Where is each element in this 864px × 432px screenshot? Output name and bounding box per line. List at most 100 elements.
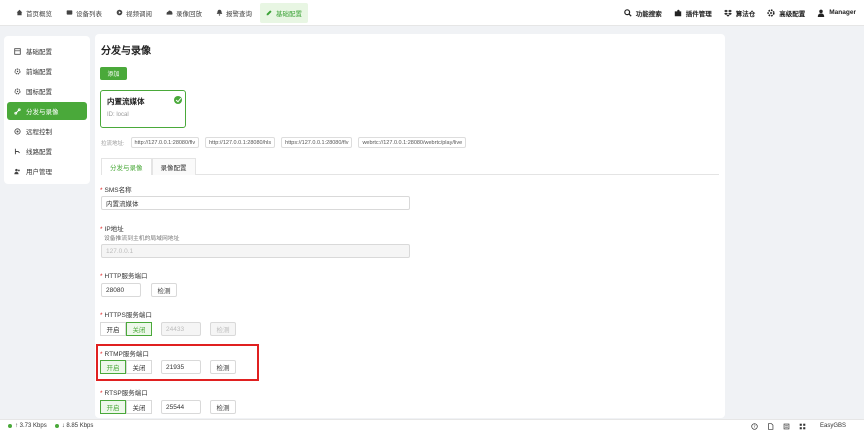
help-icon[interactable]: ? — [751, 422, 758, 430]
tool-algorithms[interactable]: 算法仓 — [723, 8, 756, 18]
status-bar: ↑ 3.73 Kbps ↓ 8.85 Kbps ? EasyGBS — [0, 419, 864, 432]
sidebar-item-label: 远程控制 — [26, 129, 52, 136]
rtsp-off-button[interactable]: 关闭 — [126, 400, 152, 414]
tab-distribution[interactable]: 分发与录像 — [101, 158, 152, 175]
puzzle-icon — [674, 9, 681, 16]
route-icon — [14, 148, 20, 154]
nav-label: 设备列表 — [76, 10, 102, 18]
main-nav: 首页概览 设备列表 视频调阅 录像回放 报警查询 基础配置 — [0, 0, 310, 26]
sidebar-item-label: 前端配置 — [26, 69, 52, 76]
sidebar-item-users[interactable]: 用户管理 — [7, 162, 87, 180]
sidebar-item-remote[interactable]: 远程控制 — [7, 122, 87, 140]
rtsp-toggle: 开启 关闭 — [100, 400, 152, 414]
media-server-card[interactable]: 内置流媒体 ID: local — [100, 90, 186, 128]
nav-label: 视频调阅 — [126, 10, 152, 18]
sidebar-item-basic[interactable]: 基础配置 — [7, 42, 87, 60]
top-navbar: 首页概览 设备列表 视频调阅 录像回放 报警查询 基础配置 功能搜索 插件管理 … — [0, 0, 864, 26]
grid-icon[interactable] — [799, 423, 806, 430]
tool-user-menu[interactable]: Manager — [817, 9, 856, 17]
sms-name-label: * SMS名称 — [100, 187, 132, 194]
tool-label: 功能搜索 — [635, 10, 662, 18]
home-icon — [16, 9, 23, 16]
http-port-label: * HTTP服务端口 — [100, 273, 148, 280]
nav-basic-config[interactable]: 基础配置 — [260, 2, 308, 23]
upload-status-dot — [8, 424, 12, 428]
sidebar-item-label: 线路配置 — [26, 149, 52, 156]
https-off-button[interactable]: 关闭 — [126, 322, 152, 336]
rtmp-highlight-box — [96, 344, 259, 381]
status-right: ? EasyGBS — [742, 422, 864, 430]
https-on-button[interactable]: 开启 — [100, 322, 126, 336]
tab-recording[interactable]: 录像配置 — [151, 158, 196, 175]
nav-label: 报警查询 — [226, 10, 252, 18]
http-port-input[interactable]: 28080 — [101, 283, 141, 297]
info-icon[interactable] — [783, 423, 790, 430]
pull-address-flv[interactable]: http://127.0.0.1:28080/flv — [130, 137, 200, 148]
tool-search[interactable]: 功能搜索 — [623, 8, 662, 18]
pull-address-https-flv[interactable]: https://127.0.0.1:28080/flv — [281, 137, 353, 148]
sidebar-item-label: 用户管理 — [26, 169, 52, 176]
gear-icon — [767, 8, 775, 17]
rtsp-on-button[interactable]: 开启 — [100, 400, 126, 414]
https-port-input: 24433 — [161, 322, 201, 336]
sidebar-item-frontend[interactable]: 前端配置 — [7, 62, 87, 80]
remote-icon — [14, 127, 21, 135]
pull-address-webrtc[interactable]: webrtc://127.0.0.1:28080/webrtc/play/liv… — [358, 137, 467, 148]
download-speed: ↓ 8.85 Kbps — [61, 423, 94, 429]
pull-address-hls[interactable]: http://127.0.0.1:28080/hls — [205, 137, 276, 148]
brand-label: EasyGBS — [819, 423, 846, 429]
rtsp-port-input[interactable]: 25544 — [161, 400, 201, 414]
svg-text:?: ? — [753, 424, 755, 429]
ip-input: 127.0.0.1 — [101, 244, 410, 258]
https-port-label: * HTTPS服务端口 — [100, 312, 152, 319]
cloud-icon — [166, 10, 173, 15]
https-test-button: 检测 — [210, 322, 236, 336]
http-test-button[interactable]: 检测 — [151, 283, 177, 297]
users-icon — [14, 168, 20, 174]
check-circle-icon — [174, 96, 182, 104]
grid-icon — [14, 47, 21, 55]
bell-icon — [216, 9, 223, 16]
edit-icon — [266, 10, 272, 16]
download-status-dot — [54, 424, 59, 428]
top-tools: 功能搜索 插件管理 算法仓 高级配置 Manager — [612, 0, 864, 26]
page-title: 分发与录像 — [101, 46, 151, 57]
gear-icon — [14, 68, 21, 74]
sidebar-item-label: 分发与录像 — [26, 109, 59, 116]
ip-hint: 设备推流到主机的局域网地址 — [104, 236, 180, 242]
device-icon — [66, 10, 73, 15]
nav-video[interactable]: 视频调阅 — [110, 3, 158, 23]
search-icon — [623, 8, 632, 17]
dropbox-icon — [723, 9, 732, 17]
tool-label: 插件管理 — [685, 10, 712, 18]
config-tabs: 分发与录像 录像配置 — [101, 158, 719, 175]
https-toggle: 开启 关闭 — [100, 322, 152, 336]
nav-label: 基础配置 — [276, 10, 302, 18]
gear-icon — [14, 88, 21, 94]
pull-address-row: 拉流地址: http://127.0.0.1:28080/flv http://… — [101, 137, 467, 148]
rtsp-test-button[interactable]: 检测 — [210, 400, 236, 414]
tool-label: Manager — [829, 9, 856, 16]
upload-speed: ↑ 3.73 Kbps — [15, 423, 47, 429]
sms-name-input[interactable]: 内置流媒体 — [101, 196, 410, 210]
nav-home[interactable]: 首页概览 — [10, 3, 58, 23]
ip-label: * IP地址 — [100, 226, 124, 233]
sidebar-item-label: 基础配置 — [26, 49, 52, 56]
sidebar-item-routes[interactable]: 线路配置 — [7, 142, 87, 160]
tool-label: 高级配置 — [779, 10, 806, 18]
sidebar-item-distribution[interactable]: 分发与录像 — [7, 102, 87, 120]
tool-advanced-config[interactable]: 高级配置 — [767, 8, 805, 18]
card-name: 内置流媒体 — [107, 97, 145, 106]
nav-devices[interactable]: 设备列表 — [60, 3, 108, 23]
nav-playback[interactable]: 录像回放 — [160, 3, 208, 23]
rtsp-port-label: * RTSP服务端口 — [100, 390, 148, 397]
tool-plugins[interactable]: 插件管理 — [674, 8, 712, 18]
sidebar-item-gb[interactable]: 国标配置 — [7, 82, 87, 100]
tool-label: 算法仓 — [735, 10, 756, 18]
card-id: ID: local — [107, 112, 129, 118]
document-icon[interactable] — [767, 422, 774, 430]
nav-alarm[interactable]: 报警查询 — [210, 3, 258, 23]
nav-label: 录像回放 — [176, 10, 202, 18]
add-button[interactable]: 添加 — [100, 67, 127, 80]
link-icon — [14, 107, 21, 115]
